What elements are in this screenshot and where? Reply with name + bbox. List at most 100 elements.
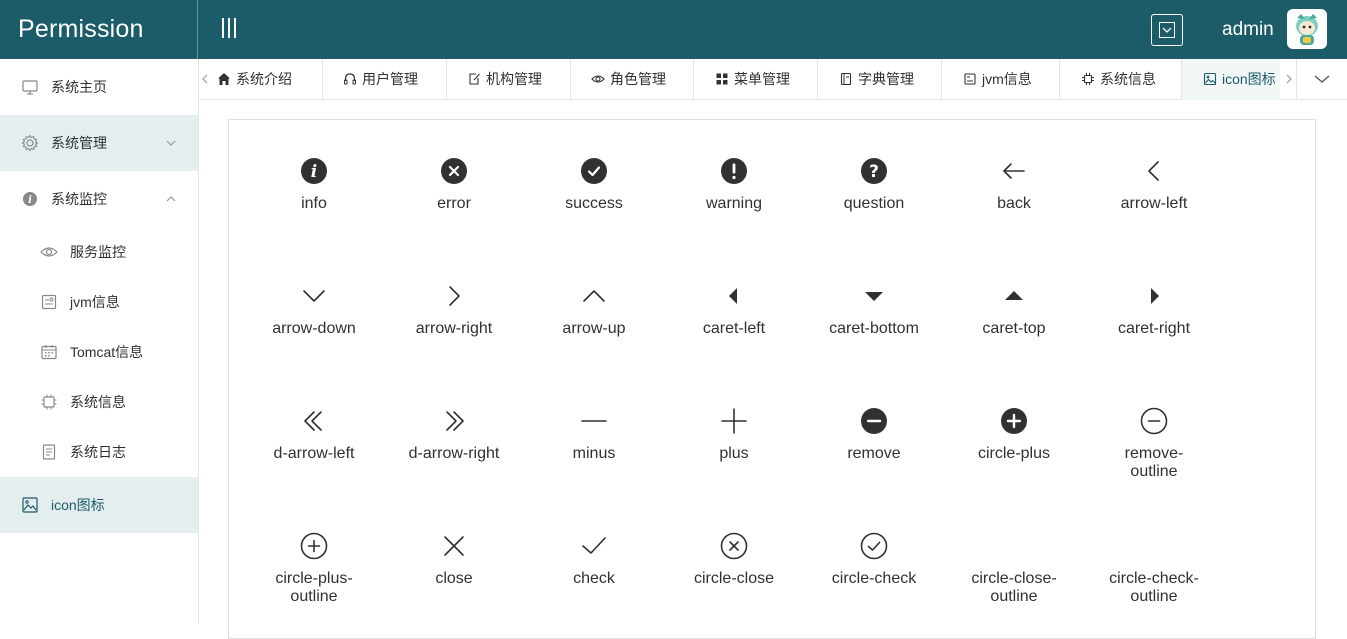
- icon-label: arrow-right: [415, 320, 493, 337]
- tab-bar: 系统介绍 用户管理 机构管理 角色管理 菜单管理 字典管理 jvm信息 系统信息…: [199, 59, 1347, 100]
- tab-jvm[interactable]: jvm信息: [942, 59, 1060, 100]
- sidebar-item-system-log[interactable]: 系统日志: [0, 427, 198, 477]
- tab-roles[interactable]: 角色管理: [571, 59, 694, 100]
- caret-bottom-icon: [865, 292, 883, 301]
- icon-label: circle-check-outline: [1109, 570, 1199, 605]
- icon-cell-caret-bottom[interactable]: caret-bottom: [804, 282, 944, 352]
- icon-label: d-arrow-right: [408, 445, 500, 462]
- avatar[interactable]: [1287, 9, 1327, 49]
- icon-cell-d-arrow-left[interactable]: d-arrow-left: [244, 407, 384, 477]
- sidebar-item-system-management[interactable]: 系统管理: [0, 115, 198, 171]
- icon-label: caret-bottom: [829, 320, 919, 337]
- icon-cell-circle-close-outline[interactable]: circle-close-outline: [944, 532, 1084, 605]
- caret-top-icon: [1005, 291, 1023, 300]
- eye-icon: [40, 247, 58, 257]
- sidebar-item-jvm[interactable]: jvm信息: [0, 277, 198, 327]
- icon-cell-caret-left[interactable]: caret-left: [664, 282, 804, 352]
- icon-cell-circle-check[interactable]: circle-check: [804, 532, 944, 602]
- icon-cell-circle-check-outline[interactable]: circle-check-outline: [1084, 532, 1224, 605]
- icon-label: caret-top: [982, 320, 1046, 337]
- sidebar-item-system-info[interactable]: 系统信息: [0, 377, 198, 427]
- icon-cell-arrow-right[interactable]: arrow-right: [384, 282, 524, 352]
- sidebar-item-label: icon图标: [51, 497, 105, 513]
- icon-cell-info[interactable]: i info: [244, 157, 384, 227]
- tab-label: 菜单管理: [734, 71, 790, 87]
- icon-cell-error[interactable]: error: [384, 157, 524, 227]
- edit-icon: [469, 73, 480, 85]
- icon-cell-arrow-down[interactable]: arrow-down: [244, 282, 384, 352]
- caret-left-icon: [729, 288, 737, 304]
- chevron-left-icon: [202, 74, 208, 84]
- top-header: Permission admin: [0, 0, 1347, 59]
- d-arrow-left-icon: [304, 411, 322, 431]
- sidebar-item-label: 服务监控: [70, 244, 126, 260]
- tab-sysinfo[interactable]: 系统信息: [1060, 59, 1182, 100]
- sidebar-item-service-monitor[interactable]: 服务监控: [0, 227, 198, 277]
- tabs-dropdown-button[interactable]: [1296, 59, 1347, 100]
- icon-cell-check[interactable]: check: [524, 532, 664, 602]
- circle-plus-icon: [1001, 408, 1027, 434]
- icon-cell-caret-right[interactable]: caret-right: [1084, 282, 1224, 352]
- cpu-icon: [1082, 73, 1094, 85]
- caret-right-icon: [1151, 288, 1159, 304]
- monitor-icon: [22, 80, 38, 95]
- icon-cell-close[interactable]: close: [384, 532, 524, 602]
- sidebar-item-tomcat[interactable]: Tomcat信息: [0, 327, 198, 377]
- tab-icons[interactable]: icon图标: [1182, 59, 1280, 100]
- cpu-icon: [41, 394, 57, 410]
- tickets-icon: [41, 294, 57, 310]
- username[interactable]: admin: [1222, 0, 1274, 59]
- circle-close-outline-icon: [1000, 532, 1028, 560]
- tab-orgs[interactable]: 机构管理: [447, 59, 571, 100]
- icon-cell-warning[interactable]: warning: [664, 157, 804, 227]
- icon-label: d-arrow-left: [273, 445, 355, 462]
- icon-cell-circle-plus[interactable]: circle-plus: [944, 407, 1084, 477]
- sidebar-item-label: 系统主页: [51, 79, 107, 95]
- info-icon: i: [301, 158, 327, 184]
- chevron-down-icon: [1314, 75, 1330, 83]
- arrow-right-icon: [449, 286, 460, 306]
- tab-users[interactable]: 用户管理: [323, 59, 447, 100]
- tabs-scroll-left-button[interactable]: [199, 59, 211, 100]
- icon-label: arrow-down: [272, 320, 356, 337]
- icon-cell-question[interactable]: ? question: [804, 157, 944, 227]
- icon-cell-remove-outline[interactable]: remove-outline: [1084, 407, 1224, 480]
- icon-cell-caret-top[interactable]: caret-top: [944, 282, 1084, 352]
- icon-cell-plus[interactable]: plus: [664, 407, 804, 477]
- icon-label: circle-close: [693, 570, 774, 587]
- question-icon: ?: [861, 158, 887, 184]
- icon-label: remove-outline: [1124, 445, 1184, 480]
- icon-label: check: [573, 570, 615, 587]
- icon-cell-arrow-left[interactable]: arrow-left: [1084, 157, 1224, 227]
- icon-cell-back[interactable]: back: [944, 157, 1084, 227]
- icon-cell-remove[interactable]: remove: [804, 407, 944, 477]
- sidebar-item-icons[interactable]: icon图标: [0, 477, 198, 533]
- gear-icon: [21, 134, 39, 152]
- icon-label: back: [997, 195, 1031, 212]
- tab-intro[interactable]: 系统介绍: [217, 59, 323, 100]
- error-icon: [441, 158, 467, 184]
- collapse-menu-icon[interactable]: [220, 18, 238, 40]
- sidebar-item-home[interactable]: 系统主页: [0, 59, 198, 115]
- check-icon: [582, 537, 606, 554]
- brand-title: Permission: [0, 0, 198, 59]
- tab-dicts[interactable]: 字典管理: [818, 59, 942, 100]
- tabs-scroll-right-button[interactable]: [1283, 59, 1295, 100]
- tab-menus[interactable]: 菜单管理: [694, 59, 818, 100]
- theme-dropdown-button[interactable]: [1151, 14, 1183, 46]
- icon-cell-circle-close[interactable]: circle-close: [664, 532, 804, 602]
- icon-cell-minus[interactable]: minus: [524, 407, 664, 477]
- close-icon: [444, 536, 464, 556]
- icon-cell-circle-plus-outline[interactable]: circle-plus-outline: [244, 532, 384, 605]
- icon-label: warning: [705, 195, 763, 212]
- icon-cell-d-arrow-right[interactable]: d-arrow-right: [384, 407, 524, 477]
- sidebar-item-label: 系统日志: [70, 444, 126, 460]
- circle-check-icon: [860, 532, 888, 560]
- icon-cell-success[interactable]: success: [524, 157, 664, 227]
- sidebar-item-system-monitor[interactable]: i 系统监控: [0, 171, 198, 227]
- home-icon: [218, 73, 230, 85]
- icon-label: caret-left: [702, 320, 766, 337]
- icon-cell-arrow-up[interactable]: arrow-up: [524, 282, 664, 352]
- notebook-icon: [840, 72, 852, 86]
- tickets-icon: [964, 73, 976, 85]
